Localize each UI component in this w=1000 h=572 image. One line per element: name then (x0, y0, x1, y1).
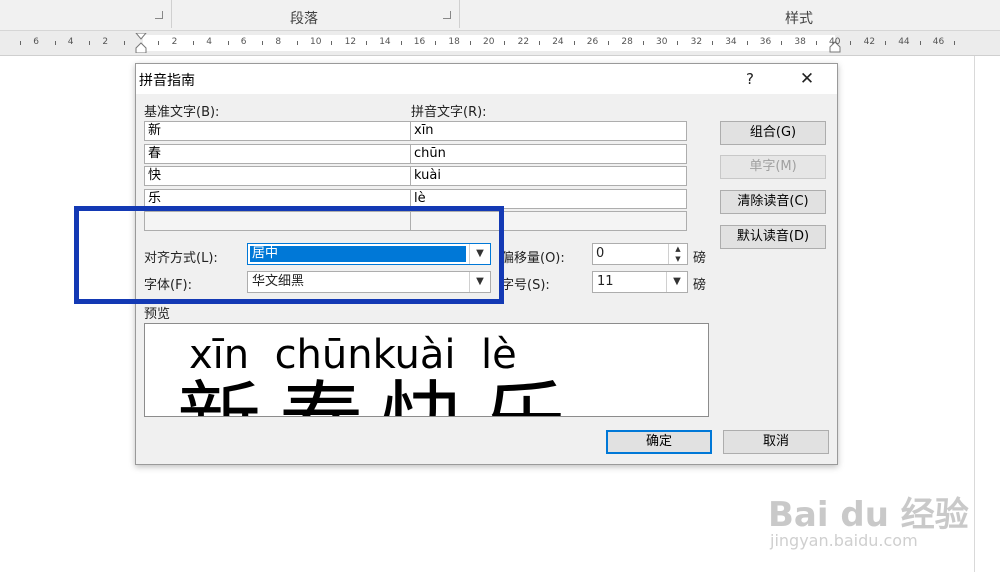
ruler-tick (469, 41, 471, 45)
ruler-tick (89, 41, 91, 45)
ruler-tick (608, 41, 610, 45)
preview-box: xīn chūnkuài lè 新春快乐 (144, 323, 709, 417)
ruler-number: 6 (33, 37, 39, 47)
ruler-tick (954, 41, 956, 45)
ruler-tick (711, 41, 713, 45)
font-size-label: 字号(S): (501, 278, 550, 293)
ruler-number: 44 (898, 37, 910, 47)
clear-reading-button[interactable]: 清除读音(C) (720, 190, 826, 214)
ruler-tick (365, 41, 367, 45)
baidu-jingyan-watermark: Bai du 经验 jingyan.baidu.com (768, 487, 988, 557)
ruler-tick (504, 41, 506, 45)
chevron-down-icon[interactable]: ▼ (666, 272, 687, 292)
ok-button[interactable]: 确定 (606, 430, 712, 454)
ruler-tick (19, 41, 21, 45)
ruler-tick (262, 41, 264, 45)
watermark-url: jingyan.baidu.com (770, 531, 918, 550)
ruler-tick (677, 41, 679, 45)
ruler-number: 14 (379, 37, 391, 47)
ruler-tick (400, 41, 402, 45)
font-dialog-launcher-icon[interactable] (155, 11, 163, 19)
ruler-tick (850, 41, 852, 45)
ruler-tick (538, 41, 540, 45)
ruler-number: 6 (240, 37, 247, 47)
ruler-number: 22 (517, 37, 530, 47)
ruler-tick (192, 41, 194, 45)
ruler-tick (435, 41, 437, 45)
ruler-tick (123, 41, 125, 45)
ruler-number: 38 (794, 37, 806, 47)
ruler-tick (919, 41, 921, 45)
indent-marker-icon[interactable] (135, 33, 147, 53)
dialog-title-bar[interactable]: 拼音指南 ? ✕ (136, 64, 837, 94)
ruler-number: 10 (310, 37, 322, 47)
spin-up-icon[interactable]: ▲ (668, 244, 687, 254)
pinyin-text-cell[interactable]: kuài (410, 166, 687, 186)
ribbon-separator (459, 0, 460, 28)
ruler-number: 2 (102, 37, 109, 47)
ruler-number: 32 (690, 37, 703, 47)
base-text-header: 基准文字(B): (144, 105, 220, 120)
ruler-tick (642, 41, 644, 45)
watermark-logo: Bai du 经验 (768, 495, 969, 535)
dialog-title: 拼音指南 (139, 73, 195, 89)
ruler-tick (746, 41, 748, 45)
horizontal-ruler[interactable]: 6 4 2 2 4 6 8 10 12 14 16 18 20 22 24 26 28 30 32 34 36 38 40 4… (0, 31, 1000, 56)
pinyin-text-header: 拼音文字(R): (411, 105, 487, 120)
ruler-number: 12 (344, 37, 357, 47)
ruler-tick (573, 41, 575, 45)
offset-unit: 磅 (693, 251, 707, 266)
base-text-cell[interactable]: 春 (144, 144, 411, 164)
ruler-number: 20 (483, 37, 495, 47)
ruler-number: 16 (413, 37, 426, 47)
ruler-tick (884, 41, 886, 45)
ruler-number: 34 (725, 37, 737, 47)
styles-group-label: 样式 (785, 11, 813, 27)
ruler-tick (158, 41, 160, 45)
ribbon-separator (171, 0, 172, 28)
ruler-number: 42 (863, 37, 876, 47)
ruler-number: 4 (206, 37, 212, 47)
ruler-number: 46 (932, 37, 945, 47)
ruler-tick (815, 41, 817, 45)
ruler-tick (331, 41, 333, 45)
base-text-cell[interactable]: 新 (144, 121, 411, 141)
ribbon-group-bar: 段落 样式 (0, 0, 1000, 31)
ruler-tick (781, 41, 783, 45)
ruler-tick (227, 41, 229, 45)
font-size-unit: 磅 (693, 278, 707, 293)
ruler-number: 28 (621, 37, 633, 47)
offset-value: 0 (596, 246, 605, 261)
help-button[interactable]: ? (739, 68, 761, 90)
paragraph-dialog-launcher-icon[interactable] (443, 11, 451, 19)
default-reading-button[interactable]: 默认读音(D) (720, 225, 826, 249)
ruler-tick (296, 41, 298, 45)
cancel-button[interactable]: 取消 (723, 430, 829, 454)
ruler-number: 36 (759, 37, 772, 47)
pinyin-text-cell[interactable]: chūn (410, 144, 687, 164)
font-size-select[interactable]: 11 ▼ (592, 271, 688, 293)
annotation-highlight-box (74, 206, 504, 304)
ruler-number: 30 (656, 37, 668, 47)
single-char-button[interactable]: 单字(M) (720, 155, 826, 179)
offset-stepper[interactable]: 0 ▲ ▼ (592, 243, 688, 265)
ruler-number: 24 (552, 37, 564, 47)
pinyin-text-cell[interactable]: xīn (410, 121, 687, 141)
close-button[interactable]: ✕ (792, 67, 822, 91)
base-text-cell[interactable]: 快 (144, 166, 411, 186)
group-button[interactable]: 组合(G) (720, 121, 826, 145)
ruler-number: 2 (171, 37, 178, 47)
ruler-number: 26 (586, 37, 599, 47)
ruler-number: 4 (67, 37, 74, 47)
ruler-number: 18 (448, 37, 460, 47)
ruler-number: 40 (829, 37, 841, 47)
ruler-tick (54, 41, 56, 45)
spin-down-icon[interactable]: ▼ (668, 254, 687, 264)
offset-label: 偏移量(O): (501, 251, 565, 266)
ruler-number: 8 (275, 37, 282, 47)
paragraph-group-label: 段落 (290, 11, 318, 27)
preview-label: 预览 (144, 307, 171, 322)
font-size-value: 11 (597, 274, 614, 289)
preview-hanzi: 新春快乐 (177, 376, 585, 416)
